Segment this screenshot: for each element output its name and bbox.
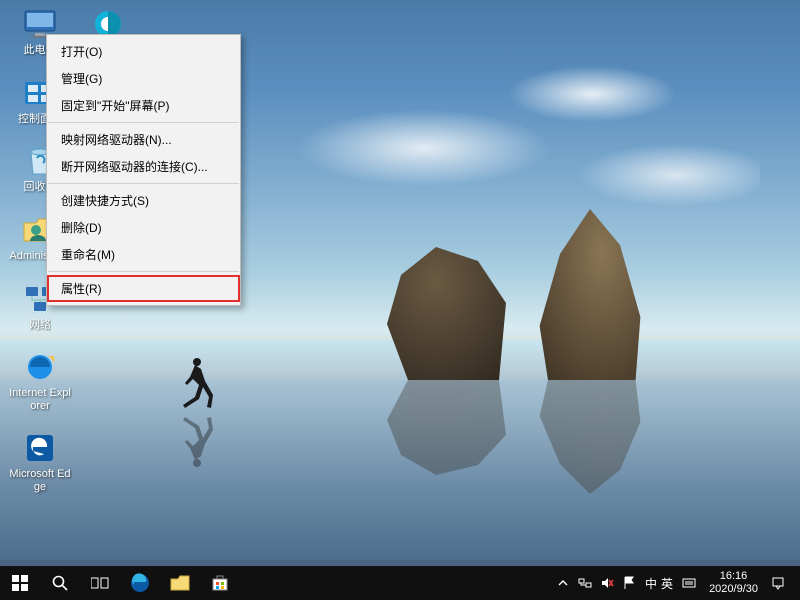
menu-open[interactable]: 打开(O)	[47, 38, 240, 65]
clock-time: 16:16	[720, 570, 748, 583]
menu-separator	[48, 271, 239, 272]
search-icon	[52, 575, 68, 591]
menu-delete[interactable]: 删除(D)	[47, 214, 240, 241]
microsoft-edge-icon[interactable]: Microsoft Edge	[8, 430, 72, 493]
notification-icon	[771, 576, 785, 590]
volume-muted-icon	[600, 576, 614, 590]
task-view-button[interactable]	[80, 566, 120, 600]
taskbar-edge-button[interactable]	[120, 566, 160, 600]
tray-security-button[interactable]	[619, 566, 639, 600]
clouds-decoration	[200, 40, 760, 220]
ime-lang-label: 英	[661, 575, 673, 592]
keyboard-icon	[682, 576, 696, 590]
internet-explorer-icon[interactable]: Internet Explorer	[8, 349, 72, 412]
runner-decoration	[175, 355, 215, 410]
menu-separator	[48, 122, 239, 123]
tray-network-button[interactable]	[575, 566, 595, 600]
start-button[interactable]	[0, 566, 40, 600]
menu-map-network-drive[interactable]: 映射网络驱动器(N)...	[47, 126, 240, 153]
ime-settings-button[interactable]	[679, 566, 699, 600]
ime-indicator[interactable]: 中 英	[641, 575, 677, 592]
action-center-button[interactable]	[768, 566, 788, 600]
menu-manage[interactable]: 管理(G)	[47, 65, 240, 92]
menu-pin-to-start[interactable]: 固定到"开始"屏幕(P)	[47, 92, 240, 119]
network-label: 网络	[29, 319, 51, 332]
windows-logo-icon	[12, 575, 28, 591]
taskbar-spacer	[240, 566, 553, 600]
tray-volume-button[interactable]	[597, 566, 617, 600]
tray-clock[interactable]: 16:16 2020/9/30	[701, 570, 766, 595]
rock-right-decoration	[530, 200, 650, 380]
taskbar: 中 英 16:16 2020/9/30	[0, 566, 800, 600]
task-view-icon	[91, 576, 109, 590]
this-pc-context-menu: 打开(O) 管理(G) 固定到"开始"屏幕(P) 映射网络驱动器(N)... 断…	[46, 34, 241, 306]
edge-icon	[130, 573, 150, 593]
menu-disconnect-network-drive[interactable]: 断开网络驱动器的连接(C)...	[47, 153, 240, 180]
internet-explorer-label: Internet Explorer	[8, 387, 72, 412]
network-tray-icon	[578, 576, 592, 590]
runner-reflection	[175, 415, 215, 470]
taskbar-store-button[interactable]	[200, 566, 240, 600]
folder-icon	[170, 575, 190, 591]
menu-rename[interactable]: 重命名(M)	[47, 241, 240, 268]
tray-overflow-button[interactable]	[553, 566, 573, 600]
rock-left-decoration	[380, 240, 520, 380]
ime-mode-label: 中	[645, 575, 657, 592]
flag-icon	[623, 576, 635, 590]
edge-glyph-icon	[22, 430, 58, 466]
store-icon	[211, 574, 229, 592]
system-tray: 中 英 16:16 2020/9/30	[553, 566, 800, 600]
microsoft-edge-label: Microsoft Edge	[8, 468, 72, 493]
chevron-up-icon	[558, 578, 568, 588]
menu-separator	[48, 183, 239, 184]
ie-glyph-icon	[22, 349, 58, 385]
menu-create-shortcut[interactable]: 创建快捷方式(S)	[47, 187, 240, 214]
clock-date: 2020/9/30	[709, 583, 758, 596]
taskbar-file-explorer-button[interactable]	[160, 566, 200, 600]
menu-properties[interactable]: 属性(R)	[47, 275, 240, 302]
search-button[interactable]	[40, 566, 80, 600]
